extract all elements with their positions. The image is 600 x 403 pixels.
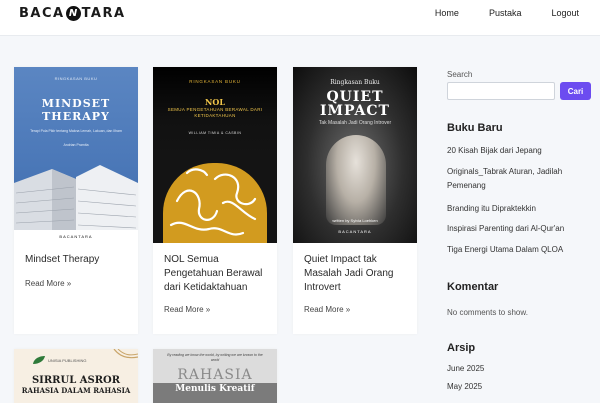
archive-link[interactable]: June 2025 bbox=[447, 362, 595, 376]
cover-author: written by Sylvia Loehken bbox=[332, 218, 378, 223]
post-card: By reading we know the world, by writing… bbox=[153, 349, 277, 403]
book-cover-quiet-impact[interactable]: Ringkasan Buku QUIET IMPACT Tak Masalah … bbox=[293, 67, 417, 243]
cover-publisher: UNISIA PUBLISHING bbox=[48, 358, 87, 363]
post-card: RINGKASAN BUKU NOL SEMUA PENGETAHUAN BER… bbox=[153, 67, 277, 334]
new-book-link[interactable]: Tiga Energi Utama Dalam QLOA bbox=[447, 243, 595, 257]
cover-kicker: RINGKASAN BUKU bbox=[189, 79, 241, 84]
post-title[interactable]: NOL Semua Pengetahuan Berawal dari Ketid… bbox=[164, 253, 272, 295]
site-logo[interactable]: BACA N TARA bbox=[19, 6, 126, 21]
search-label: Search bbox=[447, 70, 473, 79]
cover-title-line2: RAHASIA DALAM RAHASIA bbox=[21, 386, 131, 395]
book-cover-sirrul-asror[interactable]: UNISIA PUBLISHING SIRRUL ASROR RAHASIA D… bbox=[14, 349, 138, 403]
comments-heading: Komentar bbox=[447, 281, 499, 293]
cover-subtitle: Terapi Pola Pikir tentang Makna Lemah, L… bbox=[30, 129, 122, 133]
new-book-link[interactable]: 20 Kisah Bijak dari Jepang bbox=[447, 144, 595, 158]
book-cover-rahasia-menulis[interactable]: By reading we know the world, by writing… bbox=[153, 349, 277, 403]
logo-badge: N bbox=[65, 6, 81, 21]
new-books-heading: Buku Baru bbox=[447, 122, 503, 134]
new-book-link[interactable]: Originals_Tabrak Aturan, Jadilah Pemenan… bbox=[447, 165, 595, 193]
buildings-illustration bbox=[14, 165, 138, 233]
cover-title-line1: NOL bbox=[205, 97, 225, 107]
book-cover-nol[interactable]: RINGKASAN BUKU NOL SEMUA PENGETAHUAN BER… bbox=[153, 67, 277, 243]
search-input[interactable] bbox=[447, 82, 555, 100]
post-title[interactable]: Quiet Impact tak Masalah Jadi Orang Intr… bbox=[304, 253, 412, 295]
cover-publisher-logo: BACANTARA bbox=[14, 230, 138, 243]
cover-kicker: Ringkasan Buku bbox=[330, 79, 380, 86]
post-title[interactable]: Mindset Therapy bbox=[25, 253, 133, 267]
cover-title-line1: SIRRUL ASROR bbox=[31, 375, 121, 386]
archive-link[interactable]: May 2025 bbox=[447, 380, 595, 394]
cover-title-line2: IMPACT bbox=[320, 103, 390, 119]
logo-text-right: TARA bbox=[81, 6, 126, 21]
cover-title-line2: SEMUA PENGETAHUAN BERAWAL DARI KETIDAKTA… bbox=[167, 107, 263, 118]
search-button[interactable]: Cari bbox=[560, 82, 591, 100]
leaf-icon bbox=[33, 356, 45, 364]
post-card: UNISIA PUBLISHING SIRRUL ASROR RAHASIA D… bbox=[14, 349, 138, 403]
cover-title-line1: RAHASIA bbox=[177, 367, 253, 383]
read-more-link[interactable]: Read More » bbox=[304, 305, 350, 314]
comments-empty-text: No comments to show. bbox=[447, 308, 528, 317]
book-cover-mindset-therapy[interactable]: RINGKASAN BUKU MINDSET THERAPY Terapi Po… bbox=[14, 67, 138, 243]
cover-subtitle: Tak Masalah Jadi Orang Introver bbox=[318, 120, 392, 126]
post-card: RINGKASAN BUKU MINDSET THERAPY Terapi Po… bbox=[14, 67, 138, 334]
ornament-icon bbox=[113, 349, 138, 359]
person-figure-illustration bbox=[326, 135, 386, 225]
cover-title-line1: MINDSET bbox=[41, 97, 111, 110]
cover-publisher-logo: BACANTARA bbox=[338, 229, 372, 234]
site-header: BACA N TARA Home Pustaka Logout bbox=[0, 0, 600, 36]
nav-home[interactable]: Home bbox=[435, 8, 459, 18]
cover-author: WILLIAM TIMIA & CASBIN bbox=[188, 131, 242, 135]
read-more-link[interactable]: Read More » bbox=[25, 279, 71, 288]
archive-heading: Arsip bbox=[447, 342, 476, 354]
new-book-link[interactable]: Branding itu Dipraktekkin bbox=[447, 202, 595, 216]
cover-title-line2: THERAPY bbox=[42, 110, 110, 123]
nav-pustaka[interactable]: Pustaka bbox=[489, 8, 522, 18]
nav-logout[interactable]: Logout bbox=[551, 8, 579, 18]
read-more-link[interactable]: Read More » bbox=[164, 305, 210, 314]
new-book-link[interactable]: Inspirasi Parenting dari Al-Qur'an bbox=[447, 222, 595, 236]
cover-kicker: RINGKASAN BUKU bbox=[54, 76, 98, 81]
cover-author: Andrian Pramita bbox=[63, 143, 89, 147]
post-card: Ringkasan Buku QUIET IMPACT Tak Masalah … bbox=[293, 67, 417, 334]
logo-text-left: BACA bbox=[19, 6, 65, 21]
brain-lines bbox=[169, 168, 257, 236]
cover-quote: By reading we know the world, by writing… bbox=[167, 353, 263, 362]
cover-title-line2: Menulis Kreatif bbox=[175, 384, 255, 394]
main-nav: Home Pustaka Logout bbox=[405, 8, 579, 18]
